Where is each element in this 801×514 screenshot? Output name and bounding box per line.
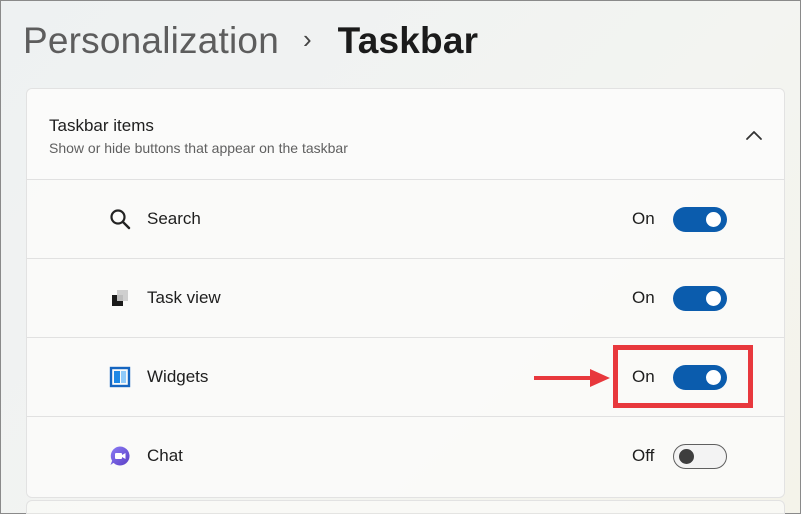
toggle-state-text: On: [632, 288, 655, 307]
toggle-knob: [706, 212, 721, 227]
toggle-state-text: Off: [632, 446, 655, 465]
chevron-up-icon[interactable]: [741, 123, 767, 149]
chat-toggle[interactable]: [673, 444, 727, 469]
setting-row-task-view: Task view On: [27, 259, 784, 338]
page-title: Taskbar: [337, 20, 479, 61]
setting-label: Search: [147, 209, 201, 228]
setting-label: Widgets: [147, 367, 209, 386]
callout-highlight-box: [613, 345, 753, 408]
toggle-state-text: On: [632, 209, 655, 228]
taskbar-items-panel: Taskbar items Show or hide buttons that …: [26, 88, 785, 498]
group-title: Taskbar items: [49, 116, 154, 135]
setting-row-search: Search On: [27, 180, 784, 259]
breadcrumb-separator: ›: [302, 23, 312, 54]
taskbar-items-header[interactable]: Taskbar items Show or hide buttons that …: [27, 89, 784, 180]
setting-row-chat: Chat Off: [27, 417, 784, 497]
breadcrumb-personalization[interactable]: Personalization: [23, 20, 279, 62]
setting-label: Task view: [147, 288, 221, 307]
next-setting-group[interactable]: [26, 500, 785, 514]
toggle-knob: [679, 448, 694, 464]
callout-arrow: [534, 367, 614, 394]
task-view-toggle[interactable]: [673, 286, 727, 311]
group-subtitle: Show or hide buttons that appear on the …: [49, 140, 348, 156]
chat-icon: [109, 445, 131, 467]
task-view-icon: [109, 287, 131, 309]
setting-label: Chat: [147, 446, 183, 465]
search-toggle[interactable]: [673, 207, 727, 232]
widgets-icon: [109, 366, 131, 388]
breadcrumb: Personalization › Taskbar: [23, 17, 478, 65]
search-icon: [109, 208, 131, 230]
toggle-knob: [706, 291, 721, 306]
